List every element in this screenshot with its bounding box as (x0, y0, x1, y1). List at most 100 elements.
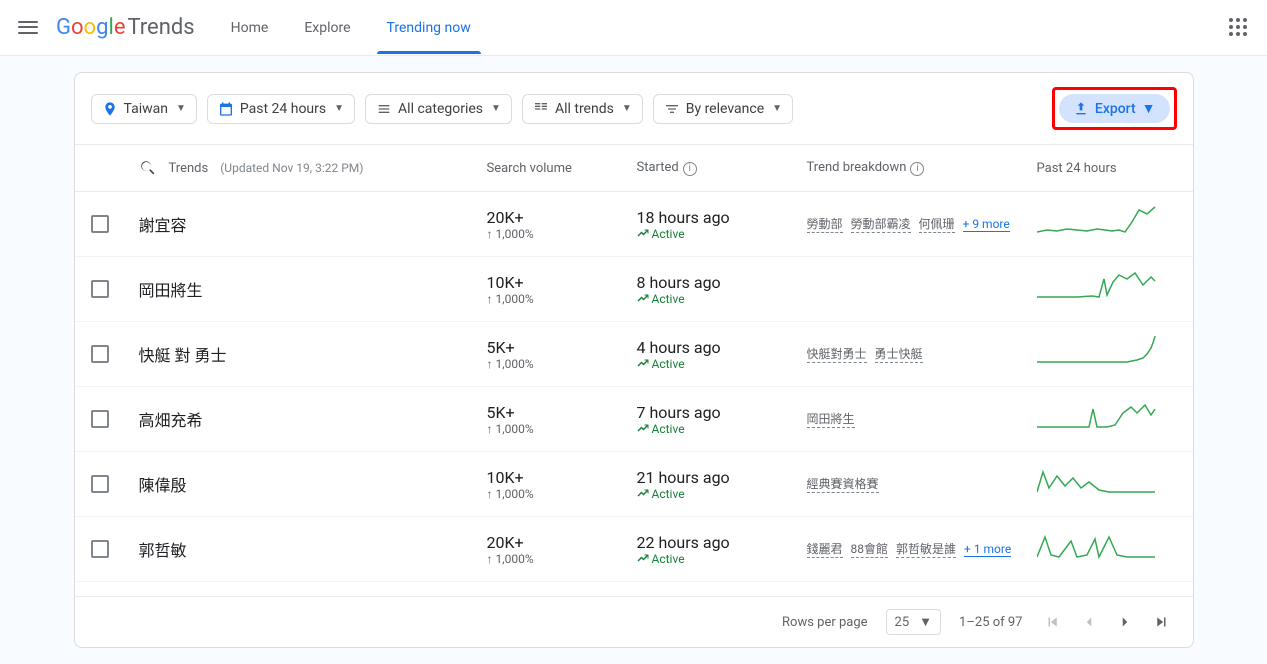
breakdown-term[interactable]: 勞動部 (807, 215, 843, 233)
filter-sort[interactable]: By relevance ▼ (653, 94, 793, 124)
chevron-down-icon: ▼ (334, 103, 344, 114)
table-row[interactable]: 快艇 對 勇士5K+↑ 1,000%4 hours agoActive快艇對勇士… (75, 322, 1193, 387)
trend-breakdown: 錢麗君 88會館郭哲敏是誰 + 1 more (807, 540, 1037, 558)
filter-time-label: Past 24 hours (240, 101, 326, 117)
chevron-down-icon: ▼ (491, 103, 501, 114)
row-checkbox[interactable] (91, 215, 109, 233)
sparkline (1037, 462, 1177, 506)
first-page-button[interactable] (1041, 610, 1065, 634)
sparkline (1037, 527, 1177, 571)
col-trends: Trends (169, 161, 209, 176)
pagination-controls (1041, 610, 1173, 634)
search-volume: 5K+↑ 1,000% (487, 403, 637, 436)
last-page-button[interactable] (1149, 610, 1173, 634)
main-nav: Home Explore Trending now (227, 2, 475, 54)
page-body: Taiwan ▼ Past 24 hours ▼ All categories … (0, 56, 1267, 664)
trend-name: 岡田將生 (139, 277, 487, 301)
col-breakdown: Trend breakdown (807, 160, 907, 175)
rows-per-page-value: 25 (895, 615, 910, 630)
table-row-partial (75, 582, 1193, 596)
trend-name: 謝宜容 (139, 212, 487, 236)
row-checkbox[interactable] (91, 410, 109, 428)
started-time: 8 hours agoActive (637, 273, 807, 306)
filter-time[interactable]: Past 24 hours ▼ (207, 94, 355, 124)
row-checkbox[interactable] (91, 345, 109, 363)
nav-explore[interactable]: Explore (300, 2, 354, 54)
updated-timestamp: (Updated Nov 19, 3:22 PM) (220, 161, 363, 175)
info-icon[interactable]: i (683, 162, 697, 176)
trend-name: 陳偉殷 (139, 472, 487, 496)
trend-breakdown: 岡田將生 (807, 410, 1037, 428)
breakdown-term[interactable]: 岡田將生 (807, 410, 855, 428)
rows-per-page-label: Rows per page (782, 615, 868, 630)
sparkline (1037, 332, 1177, 376)
nav-trending-now[interactable]: Trending now (383, 2, 475, 54)
filter-geo-label: Taiwan (124, 101, 168, 117)
breakdown-more-link[interactable]: + 9 more (963, 217, 1010, 232)
col-started: Started (637, 160, 679, 175)
table-row[interactable]: 岡田將生10K+↑ 1,000%8 hours agoActive (75, 257, 1193, 322)
sparkline (1037, 397, 1177, 441)
chevron-down-icon: ▼ (772, 103, 782, 114)
trend-name: 郭哲敏 (139, 537, 487, 561)
trend-breakdown: 快艇對勇士勇士快艇 (807, 345, 1037, 363)
row-checkbox[interactable] (91, 475, 109, 493)
app-header: Google Trends Home Explore Trending now (0, 0, 1267, 56)
logo-product-text: Trends (127, 15, 194, 40)
table-row[interactable]: 陳偉殷10K+↑ 1,000%21 hours agoActive經典賽資格賽 (75, 452, 1193, 517)
next-page-button[interactable] (1113, 610, 1137, 634)
prev-page-button[interactable] (1077, 610, 1101, 634)
search-volume: 20K+↑ 1,000% (487, 208, 637, 241)
table-header: Trends (Updated Nov 19, 3:22 PM) Search … (75, 144, 1193, 192)
google-trends-logo[interactable]: Google Trends (56, 15, 195, 40)
started-time: 21 hours agoActive (637, 468, 807, 501)
hamburger-menu-icon[interactable] (16, 16, 40, 40)
row-checkbox[interactable] (91, 540, 109, 558)
filter-geo[interactable]: Taiwan ▼ (91, 94, 197, 124)
sparkline (1037, 267, 1177, 311)
trend-name: 高畑充希 (139, 407, 487, 431)
breakdown-term[interactable]: 88會館 (851, 540, 889, 558)
filter-bar: Taiwan ▼ Past 24 hours ▼ All categories … (75, 73, 1193, 144)
search-icon[interactable] (139, 159, 157, 177)
breakdown-more-link[interactable]: + 1 more (964, 542, 1011, 557)
export-button[interactable]: Export ▼ (1059, 94, 1170, 123)
col-search-volume: Search volume (487, 161, 637, 176)
started-time: 18 hours agoActive (637, 208, 807, 241)
google-apps-icon[interactable] (1227, 16, 1251, 40)
table-row[interactable]: 高畑充希5K+↑ 1,000%7 hours agoActive岡田將生 (75, 387, 1193, 452)
search-volume: 10K+↑ 1,000% (487, 273, 637, 306)
table-row[interactable]: 謝宜容20K+↑ 1,000%18 hours agoActive勞動部勞動部霸… (75, 192, 1193, 257)
breakdown-term[interactable]: 勇士快艇 (875, 345, 923, 363)
table-row[interactable]: 郭哲敏20K+↑ 1,000%22 hours agoActive錢麗君88會館… (75, 517, 1193, 582)
trends-card: Taiwan ▼ Past 24 hours ▼ All categories … (74, 72, 1194, 648)
started-time: 7 hours agoActive (637, 403, 807, 436)
table-body: 謝宜容20K+↑ 1,000%18 hours agoActive勞動部勞動部霸… (75, 192, 1193, 582)
filter-trends-type[interactable]: All trends ▼ (522, 94, 643, 124)
info-icon[interactable]: i (910, 162, 924, 176)
search-volume: 10K+↑ 1,000% (487, 468, 637, 501)
trend-name: 快艇 對 勇士 (139, 342, 487, 366)
search-volume: 20K+↑ 1,000% (487, 533, 637, 566)
chevron-down-icon: ▼ (1142, 100, 1156, 117)
breakdown-term[interactable]: 郭哲敏是誰 (896, 540, 956, 558)
started-time: 4 hours agoActive (637, 338, 807, 371)
table-footer: Rows per page 25 ▼ 1–25 of 97 (75, 596, 1193, 647)
chevron-down-icon: ▼ (919, 614, 932, 630)
rows-per-page-select[interactable]: 25 ▼ (886, 609, 942, 635)
export-label: Export (1095, 101, 1136, 117)
breakdown-term[interactable]: 經典賽資格賽 (807, 475, 879, 493)
row-checkbox[interactable] (91, 280, 109, 298)
breakdown-term[interactable]: 快艇對勇士 (807, 345, 867, 363)
search-volume: 5K+↑ 1,000% (487, 338, 637, 371)
filter-category[interactable]: All categories ▼ (365, 94, 512, 124)
breakdown-term[interactable]: 錢麗君 (807, 540, 843, 558)
breakdown-term[interactable]: 勞動部霸凌 (851, 215, 911, 233)
breakdown-term[interactable]: 何佩珊 (919, 215, 955, 233)
pagination-range: 1–25 of 97 (959, 615, 1022, 630)
trend-breakdown: 經典賽資格賽 (807, 475, 1037, 493)
col-timerange: Past 24 hours (1037, 161, 1177, 176)
chevron-down-icon: ▼ (176, 103, 186, 114)
trend-breakdown: 勞動部勞動部霸凌何佩珊 + 9 more (807, 215, 1037, 233)
nav-home[interactable]: Home (227, 2, 273, 54)
